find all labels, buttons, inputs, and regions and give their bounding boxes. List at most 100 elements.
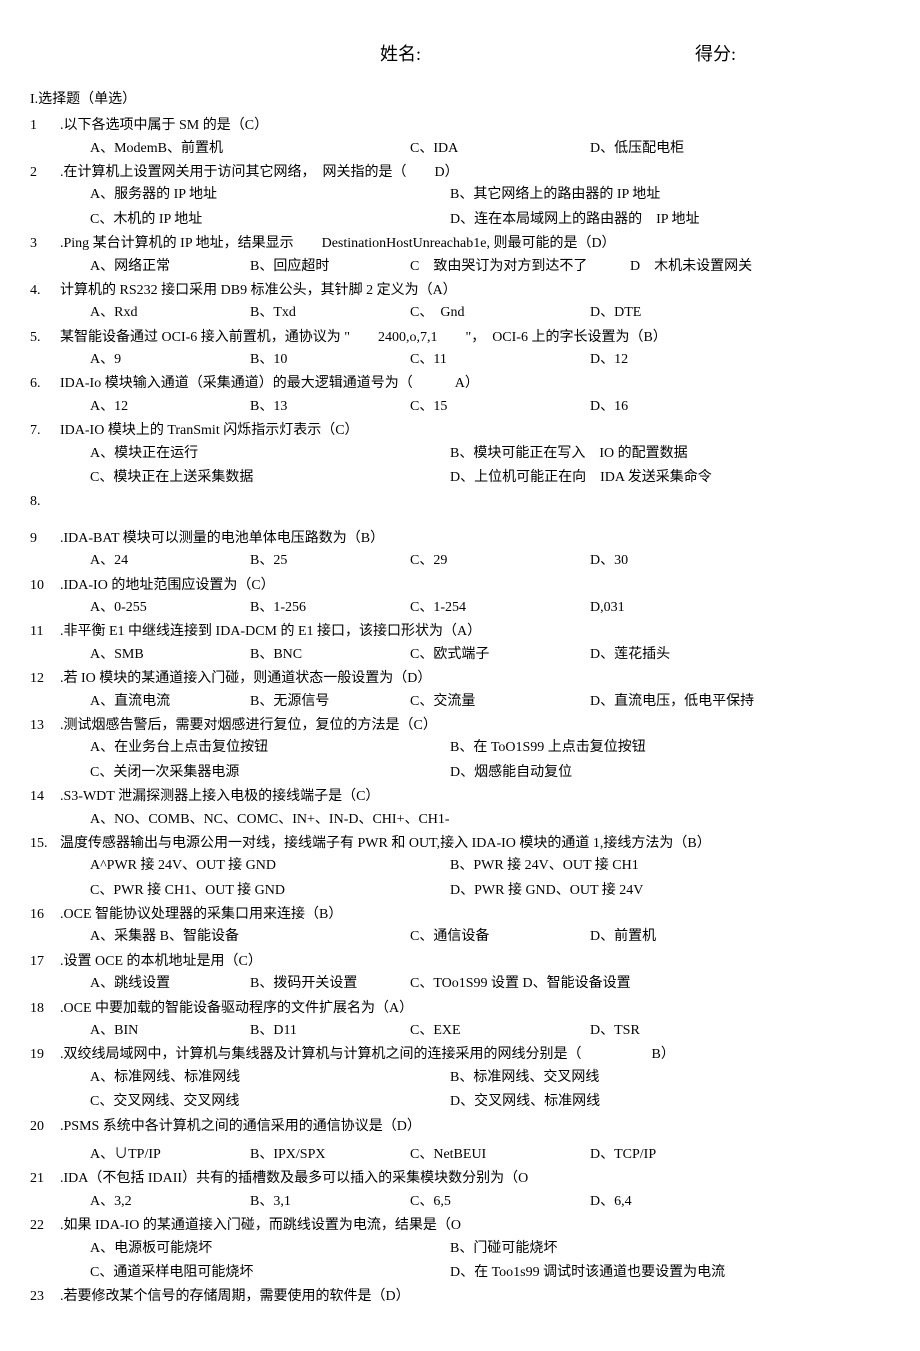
name-label: 姓名:: [380, 40, 575, 69]
q-num: 15.: [30, 833, 60, 855]
question-10: 10 .IDA-IO 的地址范围应设置为（C） A、0-255 B、1-256 …: [30, 575, 890, 620]
option-b: B、无源信号: [250, 691, 410, 713]
option-a: A、服务器的 IP 地址: [90, 184, 450, 206]
q-text: .S3-WDT 泄漏探测器上接入电极的接线端子是（C）: [60, 786, 890, 808]
q-num: 18: [30, 998, 60, 1020]
option-d: D、30: [590, 550, 810, 572]
option-c: C、关闭一次采集器电源: [90, 762, 450, 784]
q-text: .测试烟感告警后，需要对烟感进行复位，复位的方法是（C）: [60, 715, 890, 737]
q-num: 19: [30, 1044, 60, 1066]
option-a: A、模块正在运行: [90, 443, 450, 465]
q-text: .以下各选项中属于 SM 的是（C）: [60, 115, 890, 137]
q-text: IDA-Io 模块输入通道（采集通道）的最大逻辑通道号为（ A）: [60, 373, 890, 395]
option-a: A、标准网线、标准网线: [90, 1067, 450, 1089]
q-text: 温度传感器输出与电源公用一对线，接线端子有 PWR 和 OUT,接入 IDA-I…: [60, 833, 890, 855]
option-line: A、NO、COMB、NC、COMC、IN+、IN-D、CHI+、CH1-: [30, 809, 890, 831]
question-17: 17 .设置 OCE 的本机地址是用（C） A、跳线设置 B、拨码开关设置 C、…: [30, 951, 890, 996]
question-16: 16 .OCE 智能协议处理器的采集口用来连接（B） A、采集器 B、智能设备 …: [30, 904, 890, 949]
option-a: A、采集器 B、智能设备: [90, 926, 250, 948]
option-d: D、在 Too1s99 调试时该通道也要设置为电流: [450, 1262, 810, 1284]
q-text: .IDA（不包括 IDAII）共有的插槽数及最多可以插入的采集模块数分别为（O: [60, 1168, 890, 1190]
q-text: .Ping 某台计算机的 IP 地址，结果显示 DestinationHostU…: [60, 233, 890, 255]
q-text: .OCE 中要加载的智能设备驱动程序的文件扩展名为（A）: [60, 998, 890, 1020]
q-text: 计算机的 RS232 接口采用 DB9 标准公头，其针脚 2 定义为（A）: [60, 280, 890, 302]
option-d: D、直流电压，低电平保持: [590, 691, 810, 713]
option-d: D、6,4: [590, 1191, 810, 1213]
q-num: 8.: [30, 491, 60, 513]
option-d: D、16: [590, 396, 810, 418]
option-c: C、通信设备: [410, 926, 590, 948]
option-b: B、13: [250, 396, 410, 418]
question-15: 15. 温度传感器输出与电源公用一对线，接线端子有 PWR 和 OUT,接入 I…: [30, 833, 890, 902]
q-text: .若要修改某个信号的存储周期，需要使用的软件是（D）: [60, 1286, 890, 1308]
option-b: B、Txd: [250, 302, 410, 324]
option-a: A、ModemB、前置机: [90, 138, 250, 160]
option-b: B、3,1: [250, 1191, 410, 1213]
option-c: C、交流量: [410, 691, 590, 713]
option-a: A、跳线设置: [90, 973, 250, 995]
option-c: C、通道采样电阻可能烧坏: [90, 1262, 450, 1284]
q-num: 10: [30, 575, 60, 597]
option-a: A^PWR 接 24V、OUT 接 GND: [90, 855, 450, 877]
option-c: C、PWR 接 CH1、OUT 接 GND: [90, 880, 450, 902]
option-d: D、DTE: [590, 302, 810, 324]
q-num: 20: [30, 1116, 60, 1138]
option-c: C、模块正在上送采集数据: [90, 467, 450, 489]
option-b: B、PWR 接 24V、OUT 接 CH1: [450, 855, 810, 877]
q-num: 23: [30, 1286, 60, 1308]
option-d: D、前置机: [590, 926, 810, 948]
option-a: A、网络正常: [90, 256, 250, 278]
option-d: D、TSR: [590, 1020, 810, 1042]
section-title: I.选择题（单选）: [30, 89, 890, 111]
option-a: A、Rxd: [90, 302, 250, 324]
question-8: 8.: [30, 491, 890, 513]
option-c: C、木机的 IP 地址: [90, 209, 450, 231]
option-c: C、 Gnd: [410, 302, 590, 324]
option-c: C、29: [410, 550, 590, 572]
option-d: D、12: [590, 349, 810, 371]
question-6: 6. IDA-Io 模块输入通道（采集通道）的最大逻辑通道号为（ A） A、12…: [30, 373, 890, 418]
q-num: 16: [30, 904, 60, 926]
q-num: 17: [30, 951, 60, 973]
option-d: D、烟感能自动复位: [450, 762, 810, 784]
option-a: A、9: [90, 349, 250, 371]
option-d: D,031: [590, 597, 810, 619]
option-a: A、BIN: [90, 1020, 250, 1042]
q-text: [60, 491, 890, 513]
option-c: C、EXE: [410, 1020, 590, 1042]
question-4: 4. 计算机的 RS232 接口采用 DB9 标准公头，其针脚 2 定义为（A）…: [30, 280, 890, 325]
option-b: B、门碰可能烧坏: [450, 1238, 810, 1260]
option-cd: C、TOo1S99 设置 D、智能设备设置: [410, 973, 810, 995]
option-c: C、15: [410, 396, 590, 418]
option-a: A、24: [90, 550, 250, 572]
q-num: 13: [30, 715, 60, 737]
question-19: 19 .双绞线局域网中，计算机与集线器及计算机与计算机之间的连接采用的网线分别是…: [30, 1044, 890, 1113]
question-9: 9 .IDA-BAT 模块可以测量的电池单体电压路数为（B） A、24 B、25…: [30, 528, 890, 573]
option-a: A、3,2: [90, 1191, 250, 1213]
option-a: A、直流电流: [90, 691, 250, 713]
q-num: 21: [30, 1168, 60, 1190]
q-text: .设置 OCE 的本机地址是用（C）: [60, 951, 890, 973]
option-c: C、11: [410, 349, 590, 371]
q-num: 14: [30, 786, 60, 808]
q-text: .IDA-BAT 模块可以测量的电池单体电压路数为（B）: [60, 528, 890, 550]
question-5: 5. 某智能设备通过 OCI-6 接入前置机，通协议为 " 2400,o,7,1…: [30, 327, 890, 372]
q-num: 7.: [30, 420, 60, 442]
option-b: B、回应超时: [250, 256, 410, 278]
q-num: 22: [30, 1215, 60, 1237]
option-d: D、上位机可能正在向 IDA 发送采集命令: [450, 467, 810, 489]
option-a: A、12: [90, 396, 250, 418]
option-c: C、欧式端子: [410, 644, 590, 666]
option-c: C、NetBEUI: [410, 1144, 590, 1166]
question-14: 14 .S3-WDT 泄漏探测器上接入电极的接线端子是（C） A、NO、COMB…: [30, 786, 890, 831]
q-num: 3: [30, 233, 60, 255]
q-num: 2: [30, 162, 60, 184]
q-text: .PSMS 系统中各计算机之间的通信采用的通信协议是（D）: [60, 1116, 890, 1138]
q-text: IDA-IO 模块上的 TranSmit 闪烁指示灯表示（C）: [60, 420, 890, 442]
question-23: 23 .若要修改某个信号的存储周期，需要使用的软件是（D）: [30, 1286, 890, 1308]
question-13: 13 .测试烟感告警后，需要对烟感进行复位，复位的方法是（C） A、在业务台上点…: [30, 715, 890, 784]
score-label: 得分:: [575, 40, 890, 69]
option-b: B、其它网络上的路由器的 IP 地址: [450, 184, 810, 206]
q-text: .IDA-IO 的地址范围应设置为（C）: [60, 575, 890, 597]
option-b: B、拨码开关设置: [250, 973, 410, 995]
